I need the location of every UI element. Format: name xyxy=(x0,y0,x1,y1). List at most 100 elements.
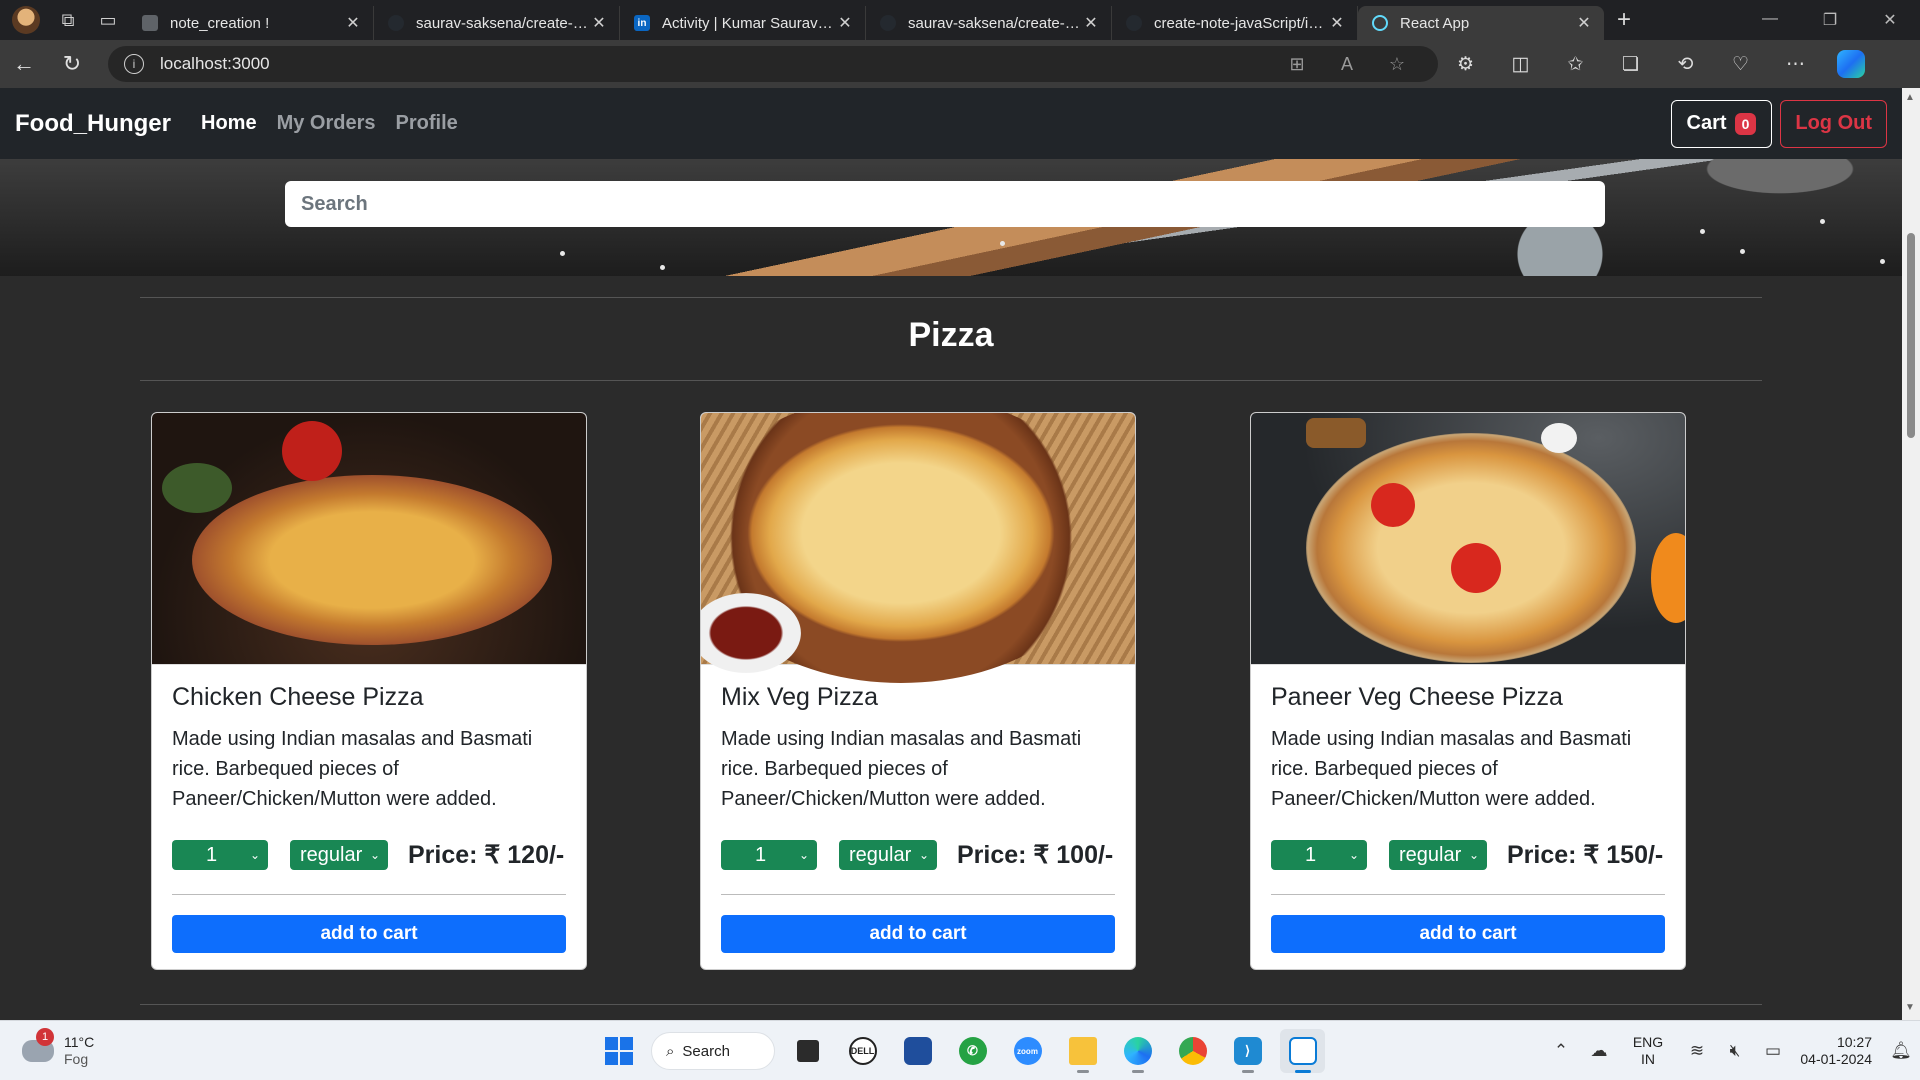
file-explorer-icon[interactable] xyxy=(1060,1029,1105,1073)
weather-desc: Fog xyxy=(64,1050,89,1067)
quantity-select[interactable]: 1 ⌄ xyxy=(172,840,268,870)
url-field[interactable]: i localhost:3000 ⊞ A ☆ xyxy=(108,46,1438,82)
food-price: Price: ₹ 100/- xyxy=(957,841,1114,869)
size-select[interactable]: regular ⌄ xyxy=(290,840,388,870)
browser-essentials-icon[interactable]: ♡ xyxy=(1713,53,1768,76)
tab-close-icon[interactable]: ✕ xyxy=(835,13,855,33)
browser-tab-github-1[interactable]: saurav-saksena/create-note ✕ xyxy=(374,6,620,40)
food-name: Paneer Veg Cheese Pizza xyxy=(1271,683,1563,711)
tab-close-icon[interactable]: ✕ xyxy=(1327,13,1347,33)
brand-logo[interactable]: Food_Hunger xyxy=(15,110,171,138)
size-select[interactable]: regular ⌄ xyxy=(839,840,937,870)
app-viewport: Food_Hunger Home My Orders Profile Cart … xyxy=(0,88,1902,1020)
back-icon[interactable]: ← xyxy=(0,40,48,88)
food-description: Made using Indian masalas and Basmati ri… xyxy=(1271,728,1632,810)
new-tab-icon[interactable]: + xyxy=(1604,6,1644,34)
github-icon xyxy=(1126,15,1142,31)
dell-icon[interactable]: DELL xyxy=(840,1029,885,1073)
tab-close-icon[interactable]: ✕ xyxy=(343,13,363,33)
nav-profile[interactable]: Profile xyxy=(396,112,458,135)
minimize-icon[interactable]: — xyxy=(1740,10,1800,30)
quantity-select[interactable]: 1 ⌄ xyxy=(721,840,817,870)
taskbar-search[interactable]: ⌕ Search xyxy=(651,1032,775,1070)
collections-icon[interactable]: ❏ xyxy=(1603,53,1658,76)
windows-taskbar: 1 11°C Fog ⌕ Search DELL ✆ zoom ⟩ ⌃ ☁ EN… xyxy=(0,1020,1920,1080)
refresh-icon[interactable]: ↻ xyxy=(48,40,96,88)
clock[interactable]: 10:27 04-01-2024 xyxy=(1792,1034,1872,1068)
browser-tab-linkedin[interactable]: in Activity | Kumar Saurav | LinkedIn ✕ xyxy=(620,6,866,40)
weather-widget[interactable]: 1 11°C Fog xyxy=(22,1027,142,1068)
decor-speck xyxy=(660,265,665,270)
edge-icon[interactable] xyxy=(1115,1029,1160,1073)
scroll-up-icon[interactable]: ▲ xyxy=(1905,92,1915,103)
size-select[interactable]: regular ⌄ xyxy=(1389,840,1487,870)
food-price: Price: ₹ 120/- xyxy=(408,841,565,869)
chrome-icon[interactable] xyxy=(1170,1029,1215,1073)
scroll-down-icon[interactable]: ▼ xyxy=(1905,1002,1915,1013)
volume-muted-icon[interactable]: 🔇︎ xyxy=(1716,1041,1754,1061)
chevron-down-icon: ⌄ xyxy=(798,848,809,862)
food-description: Made using Indian masalas and Basmati ri… xyxy=(721,728,1082,810)
start-button[interactable] xyxy=(596,1029,641,1073)
cart-button[interactable]: Cart 0 xyxy=(1670,99,1773,148)
linkedin-icon: in xyxy=(634,15,650,31)
onedrive-icon[interactable]: ☁ xyxy=(1580,1041,1618,1061)
restore-icon[interactable]: ❐ xyxy=(1800,10,1860,30)
task-view-icon[interactable] xyxy=(785,1029,830,1073)
app-available-icon[interactable]: ⊞ xyxy=(1272,54,1322,75)
browser-tab-react-app[interactable]: React App ✕ xyxy=(1358,6,1604,40)
page-scrollbar[interactable]: ▲ ▼ xyxy=(1902,88,1920,1020)
size-value: regular xyxy=(1399,843,1462,866)
browser-tab-github-3[interactable]: create-note-javaScript/img ✕ xyxy=(1112,6,1358,40)
food-price: Price: ₹ 150/- xyxy=(1507,841,1664,869)
history-icon[interactable]: ⟲ xyxy=(1658,53,1713,76)
tab-close-icon[interactable]: ✕ xyxy=(1574,13,1594,33)
profile-avatar[interactable] xyxy=(12,6,40,34)
whatsapp-icon[interactable]: ✆ xyxy=(950,1029,995,1073)
split-screen-icon[interactable]: ◫ xyxy=(1493,53,1548,76)
workspaces-icon[interactable]: ⧉ xyxy=(48,0,88,40)
tab-close-icon[interactable]: ✕ xyxy=(589,13,609,33)
wifi-icon[interactable]: ≋ xyxy=(1678,1041,1716,1061)
language-indicator[interactable]: ENG IN xyxy=(1618,1034,1678,1068)
food-description: Made using Indian masalas and Basmati ri… xyxy=(172,728,533,810)
browser-tab-github-2[interactable]: saurav-saksena/create-note ✕ xyxy=(866,6,1112,40)
url-text: localhost:3000 xyxy=(160,54,270,73)
tab-title: saurav-saksena/create-note xyxy=(416,14,589,32)
scroll-thumb[interactable] xyxy=(1907,233,1915,438)
read-aloud-icon[interactable]: A xyxy=(1322,54,1372,75)
chevron-down-icon: ⌄ xyxy=(369,848,380,862)
nav-home[interactable]: Home xyxy=(201,112,257,135)
search-input[interactable] xyxy=(285,181,1605,227)
snipping-tool-icon[interactable] xyxy=(1280,1029,1325,1073)
battery-icon[interactable]: ▭ xyxy=(1754,1041,1792,1061)
github-icon xyxy=(388,15,404,31)
copilot-icon[interactable] xyxy=(1837,50,1865,78)
logout-button[interactable]: Log Out xyxy=(1780,99,1887,148)
favorites-icon[interactable]: ✩ xyxy=(1548,53,1603,76)
nav-my-orders[interactable]: My Orders xyxy=(277,112,376,135)
zoom-icon[interactable]: zoom xyxy=(1005,1029,1050,1073)
add-to-cart-button[interactable]: add to cart xyxy=(172,915,566,953)
notification-bell-icon[interactable]: 🔔︎ xyxy=(1882,1041,1920,1061)
quantity-select[interactable]: 1 ⌄ xyxy=(1271,840,1367,870)
add-to-cart-button[interactable]: add to cart xyxy=(721,915,1115,953)
food-image xyxy=(701,413,1135,683)
favorite-star-icon[interactable]: ☆ xyxy=(1372,54,1422,75)
browser-tab-note-creation[interactable]: note_creation ! ✕ xyxy=(128,6,374,40)
add-to-cart-button[interactable]: add to cart xyxy=(1271,915,1665,953)
quantity-value: 1 xyxy=(1305,843,1317,866)
extensions-icon[interactable]: ⚙ xyxy=(1438,53,1493,76)
tab-actions-icon[interactable]: ▭ xyxy=(88,0,128,40)
windows-logo-icon xyxy=(604,1037,633,1065)
microsoft-store-icon[interactable] xyxy=(895,1029,940,1073)
food-name: Mix Veg Pizza xyxy=(721,683,879,711)
app-navbar: Food_Hunger Home My Orders Profile Cart … xyxy=(0,88,1902,159)
chevron-up-icon[interactable]: ⌃ xyxy=(1542,1041,1580,1061)
window-close-icon[interactable]: ✕ xyxy=(1860,10,1920,30)
tab-close-icon[interactable]: ✕ xyxy=(1081,13,1101,33)
site-info-icon[interactable]: i xyxy=(124,54,144,74)
more-menu-icon[interactable]: ⋯ xyxy=(1768,53,1823,76)
language-code: ENG xyxy=(1632,1034,1664,1050)
vscode-icon[interactable]: ⟩ xyxy=(1225,1029,1270,1073)
